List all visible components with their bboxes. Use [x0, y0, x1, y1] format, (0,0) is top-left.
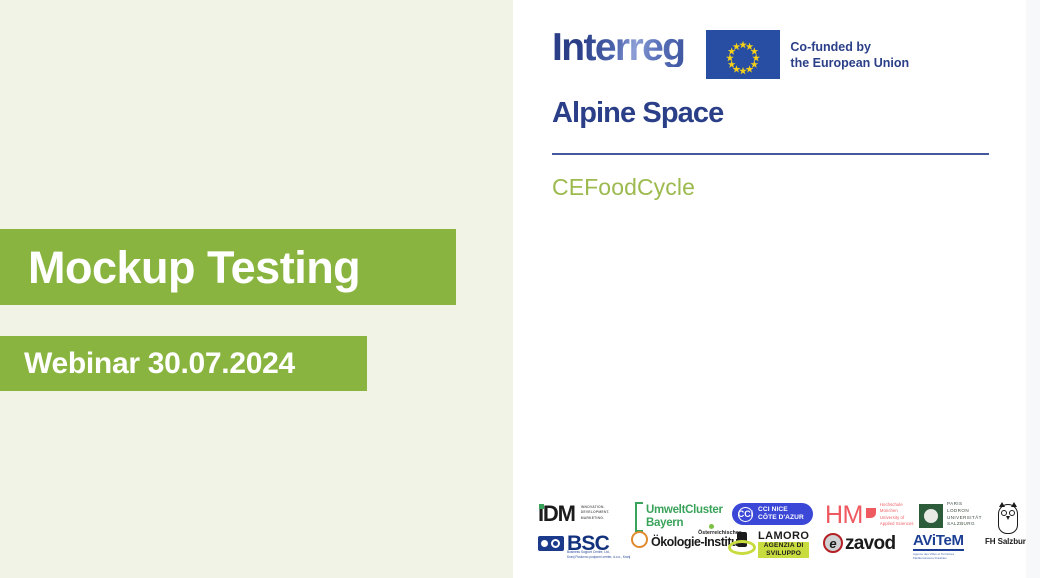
- cci-nice-line-1: CCI NICE: [758, 506, 788, 513]
- slide-subtitle-banner: Webinar 30.07.2024: [0, 336, 367, 391]
- interreg-wordmark: Interreg: [552, 26, 686, 69]
- plus-tagline-1: PARIS: [947, 501, 963, 506]
- plus-salzburg-seal-icon: [919, 503, 943, 528]
- bsc-icon: [538, 536, 564, 551]
- idm-accent-dot: [539, 504, 544, 509]
- interreg-header-row: Interreg Co-funded by the European Union: [552, 26, 989, 79]
- cci-nice-pill: CCi CCI NICE CÔTE D'AZUR: [732, 503, 813, 526]
- partner-logo-oekologie-institut: Österreichisches Ökologie-Institut: [631, 530, 742, 549]
- eu-funding-line-2: the European Union: [790, 55, 910, 70]
- plus-tagline-3: UNIVERSITÄT: [947, 514, 982, 520]
- partner-logo-avitem: AViTeM Agence des Villes et Territoires …: [913, 533, 964, 560]
- lamoro-sub-1: AGENZIA DI: [758, 542, 810, 550]
- page-subtitle: Webinar 30.07.2024: [24, 346, 295, 380]
- avitem-wordmark: AViTeM: [913, 532, 964, 551]
- umweltcluster-line-1: UmweltCluster: [646, 503, 723, 516]
- plus-tagline-2: LODRON: [947, 507, 970, 513]
- brand-block: Interreg Co-funded by the European Union…: [552, 26, 989, 199]
- partner-logo-hochschule-muenchen: HM Hochschule München University of Appl…: [825, 501, 914, 530]
- bsc-tagline-1: Business Support Centre, Ltd.,: [567, 550, 611, 554]
- e-zavod-badge-icon: e: [823, 533, 843, 553]
- idm-tagline: INNOVATION. DEVELOPMENT. MARKETING.: [581, 506, 610, 521]
- cci-nice-line-2: CÔTE D'AZUR: [758, 514, 804, 522]
- partner-logo-plus-salzburg: PARIS LODRON UNIVERSITÄT SALZBURG: [919, 501, 982, 529]
- lamoro-plug-icon: [728, 532, 756, 556]
- brand-divider: [552, 153, 989, 155]
- bsc-tagline-2: Kranj Poslovno podporni center, d.o.o., …: [567, 554, 631, 559]
- e-zavod-wordmark: zavod: [845, 532, 896, 554]
- owl-icon: [995, 502, 1021, 534]
- hm-tagline: Hochschule München University of Applied…: [879, 502, 914, 529]
- cci-nice-wordmark: CCI NICE CÔTE D'AZUR: [758, 506, 804, 522]
- partner-logo-bsc: BSC Business Support Centre, Ltd., Kranj…: [538, 533, 630, 559]
- umweltcluster-bracket-icon: [635, 502, 643, 532]
- partner-logo-e-zavod: e zavod: [823, 532, 896, 554]
- idm-tagline-3: MARKETING.: [580, 515, 605, 520]
- hm-tagline-2: München: [879, 508, 898, 514]
- fh-salzburg-label: FH Salzburg: [985, 537, 1031, 546]
- project-name: CEFoodCycle: [552, 174, 695, 200]
- partner-logo-cci-nice: CCi CCI NICE CÔTE D'AZUR: [732, 503, 813, 526]
- avitem-tagline-1: Agence des Villes et Territoires: [913, 551, 955, 556]
- left-title-panel: Mockup Testing Webinar 30.07.2024: [0, 0, 513, 578]
- scroll-gutter[interactable]: [1026, 0, 1040, 578]
- partner-logo-lamoro: LAMORO AGENZIA DI SVILUPPO: [728, 530, 810, 558]
- lamoro-wordmark: LAMORO: [758, 530, 810, 542]
- right-branding-panel: Interreg Co-funded by the European Union…: [513, 0, 1040, 578]
- plus-salzburg-tagline: PARIS LODRON UNIVERSITÄT SALZBURG: [947, 501, 982, 529]
- partner-logo-umweltcluster-bayern: UmweltCluster Bayern: [635, 502, 723, 532]
- partner-logo-strip: IDM INNOVATION. DEVELOPMENT. MARKETING. …: [525, 498, 1031, 574]
- hm-tagline-1: Hochschule: [879, 502, 903, 507]
- hm-wordmark: HM: [825, 501, 863, 530]
- lamoro-sub-2: SVILUPPO: [758, 549, 810, 558]
- eu-flag-icon: [706, 30, 781, 79]
- avitem-tagline-2: Méditerranéens Durables: [913, 556, 947, 561]
- slide-title-banner: Mockup Testing: [0, 229, 456, 305]
- plus-tagline-4: SALZBURG: [947, 521, 975, 527]
- eu-funding-group: Co-funded by the European Union: [706, 26, 909, 79]
- hm-tagline-4: Applied Sciences: [879, 521, 914, 527]
- programme-name: Alpine Space: [552, 97, 724, 129]
- presentation-slide: Mockup Testing Webinar 30.07.2024 Interr…: [0, 0, 1040, 578]
- hm-tagline-3: University of: [879, 514, 905, 520]
- partner-logo-fh-salzburg: FH Salzburg: [985, 502, 1031, 546]
- umweltcluster-accent-dot: [709, 524, 714, 529]
- page-title: Mockup Testing: [28, 241, 361, 293]
- bsc-tagline: Business Support Centre, Ltd., Kranj Pos…: [567, 550, 631, 561]
- avitem-tagline: Agence des Villes et Territoires Méditer…: [913, 551, 964, 561]
- idm-tagline-1: INNOVATION.: [580, 505, 605, 510]
- eu-funding-text: Co-funded by the European Union: [790, 39, 909, 71]
- partner-logo-idm: IDM INNOVATION. DEVELOPMENT. MARKETING.: [538, 503, 610, 525]
- cci-badge-icon: CCi: [738, 506, 753, 522]
- hm-square-icon: [865, 508, 876, 518]
- eu-funding-line-1: Co-funded by: [790, 39, 871, 54]
- oekologie-circle-icon: [631, 531, 648, 549]
- idm-tagline-2: DEVELOPMENT.: [580, 510, 610, 515]
